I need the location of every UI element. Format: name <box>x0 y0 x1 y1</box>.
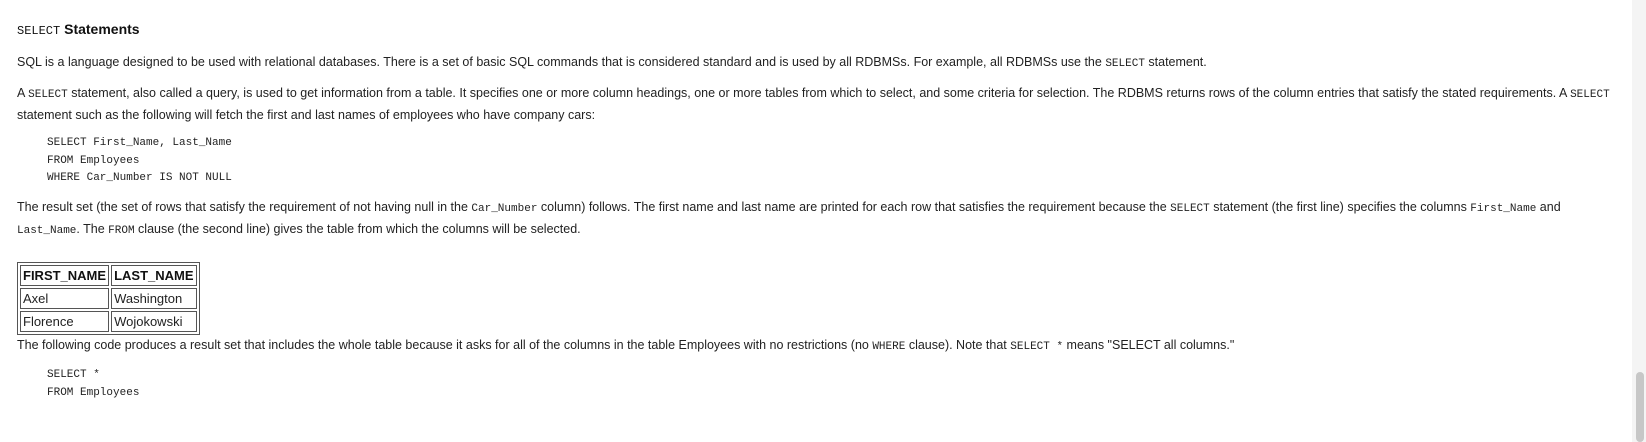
result-set-table: FIRST_NAME LAST_NAME Axel Washington Flo… <box>17 262 200 335</box>
inline-code: SELECT <box>1170 203 1210 215</box>
table-row: Axel Washington <box>20 288 197 309</box>
section-heading: SELECT Statements <box>17 21 140 38</box>
inline-code: Last_Name <box>17 225 77 237</box>
inline-code: Car_Number <box>471 203 538 215</box>
table-cell: Axel <box>20 288 110 309</box>
inline-code: SELECT * <box>1010 341 1064 353</box>
table-row: Florence Wojokowski <box>20 311 197 332</box>
inline-code: SELECT <box>1105 58 1145 70</box>
table-cell: Florence <box>20 311 110 332</box>
paragraph-select-description: A SELECT statement, also called a query,… <box>17 86 1610 122</box>
table-header-row: FIRST_NAME LAST_NAME <box>20 265 197 286</box>
heading-code: SELECT <box>17 24 61 38</box>
code-block-select-names: SELECT First_Name, Last_Name FROM Employ… <box>47 137 232 184</box>
inline-code: WHERE <box>872 341 906 353</box>
scrollbar-thumb[interactable] <box>1636 372 1644 442</box>
paragraph-select-all: The following code produces a result set… <box>17 338 1235 353</box>
inline-code: SELECT <box>1570 89 1610 101</box>
paragraph-intro: SQL is a language designed to be used wi… <box>17 55 1207 70</box>
inline-code: FROM <box>108 225 135 237</box>
code-block-select-all: SELECT * FROM Employees <box>47 369 140 399</box>
inline-code: SELECT <box>28 89 68 101</box>
heading-text: Statements <box>64 21 140 37</box>
table-cell: Wojokowski <box>111 311 197 332</box>
column-header: LAST_NAME <box>111 265 197 286</box>
column-header: FIRST_NAME <box>20 265 110 286</box>
paragraph-result-set: The result set (the set of rows that sat… <box>17 200 1561 237</box>
vertical-scrollbar[interactable] <box>1632 0 1646 442</box>
table-cell: Washington <box>111 288 197 309</box>
inline-code: First_Name <box>1470 203 1537 215</box>
